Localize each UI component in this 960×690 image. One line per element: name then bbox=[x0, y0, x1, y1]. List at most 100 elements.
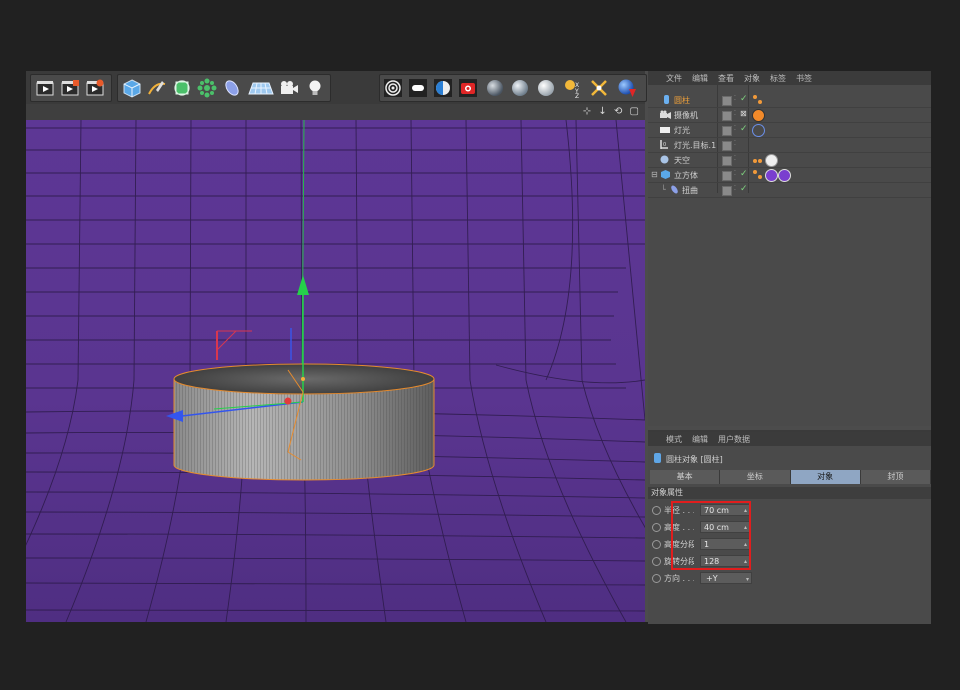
object-name: 圆柱 bbox=[674, 96, 690, 105]
render-objects-toolbar-group: XYZ bbox=[379, 74, 647, 102]
camera-icon[interactable] bbox=[278, 78, 300, 98]
section-header: 对象属性 bbox=[648, 487, 931, 499]
floor-grid-icon[interactable] bbox=[246, 78, 276, 98]
target-circle-icon[interactable] bbox=[382, 78, 404, 98]
orientation-select[interactable]: +Y ▾ bbox=[700, 572, 752, 584]
render-to-picture-viewer-icon[interactable] bbox=[59, 78, 81, 98]
menu-tags[interactable]: 标签 bbox=[770, 73, 786, 84]
tab-caps[interactable]: 封顶 bbox=[860, 470, 931, 484]
object-name: 扭曲 bbox=[682, 186, 698, 195]
sphere-glass-icon[interactable] bbox=[509, 78, 531, 98]
render-toolbar-group bbox=[30, 74, 112, 102]
layer-color-swatch[interactable] bbox=[722, 171, 732, 181]
array-icon[interactable] bbox=[196, 78, 218, 98]
animate-radio[interactable] bbox=[652, 540, 661, 549]
camera-toggle-icon[interactable]: ⊠ bbox=[740, 109, 747, 118]
object-row-cube[interactable]: ⊟ 立方体 · · ✓ bbox=[648, 168, 931, 183]
object-name: 立方体 bbox=[674, 171, 698, 180]
object-row-camera[interactable]: 摄像机 · · ⊠ bbox=[648, 108, 931, 123]
layer-color-swatch[interactable] bbox=[722, 111, 732, 121]
camera-icon bbox=[660, 110, 671, 119]
visibility-dots[interactable]: · · bbox=[734, 94, 738, 104]
visibility-dots[interactable]: · · bbox=[734, 109, 738, 119]
menu-view[interactable]: 查看 bbox=[718, 73, 734, 84]
render-view-icon[interactable] bbox=[34, 78, 56, 98]
menu-edit[interactable]: 编辑 bbox=[692, 73, 708, 84]
enabled-checkmark-icon[interactable]: ✓ bbox=[740, 124, 748, 134]
contrast-circle-icon[interactable] bbox=[432, 78, 454, 98]
xyz-axis-icon[interactable]: XYZ bbox=[562, 78, 584, 98]
object-name: 灯光.目标.1 bbox=[674, 141, 717, 150]
animate-radio[interactable] bbox=[652, 574, 661, 583]
tab-object[interactable]: 对象 bbox=[790, 470, 861, 484]
enabled-checkmark-icon[interactable]: ✓ bbox=[740, 94, 748, 104]
light-bulb-icon[interactable] bbox=[304, 78, 326, 98]
sphere-white-icon[interactable] bbox=[535, 78, 557, 98]
viewport-navigation-icons[interactable]: ⊹ ↓ ⟲ ▢ bbox=[583, 106, 641, 117]
object-manager-menu: 文件 编辑 查看 对象 标签 书签 bbox=[648, 71, 931, 85]
snap-cross-icon[interactable] bbox=[588, 78, 610, 98]
attribute-manager-menu: 模式 编辑 用户数据 bbox=[648, 432, 931, 446]
visibility-dots[interactable]: · · bbox=[734, 139, 738, 149]
cube-icon bbox=[661, 170, 670, 179]
visibility-dots[interactable]: · · bbox=[734, 169, 738, 179]
object-row-light-target[interactable]: 0 灯光.目标.1 · · bbox=[648, 138, 931, 153]
menu-bookmarks[interactable]: 书签 bbox=[796, 73, 812, 84]
object-name: 摄像机 bbox=[674, 111, 698, 120]
world-globe-icon[interactable] bbox=[614, 78, 640, 98]
layer-color-swatch[interactable] bbox=[722, 186, 732, 196]
protection-tag-icon[interactable] bbox=[752, 109, 765, 122]
purple-material-tag-icon[interactable] bbox=[778, 169, 791, 182]
menu-file[interactable]: 文件 bbox=[666, 73, 682, 84]
tab-coord[interactable]: 坐标 bbox=[720, 470, 791, 484]
layer-color-swatch[interactable] bbox=[722, 126, 732, 136]
sphere-dark-icon[interactable] bbox=[484, 78, 506, 98]
deformer-icon[interactable] bbox=[221, 78, 243, 98]
menu-object[interactable]: 对象 bbox=[744, 73, 760, 84]
animate-radio[interactable] bbox=[652, 506, 661, 515]
target-tag-icon[interactable] bbox=[752, 124, 765, 137]
enabled-checkmark-icon[interactable]: ✓ bbox=[740, 184, 748, 194]
menu-mode[interactable]: 模式 bbox=[666, 434, 682, 445]
menu-edit[interactable]: 编辑 bbox=[692, 434, 708, 445]
purple-material-tag-icon[interactable] bbox=[765, 169, 778, 182]
cube-icon[interactable] bbox=[121, 78, 143, 98]
phong-tag-icon[interactable] bbox=[752, 94, 763, 105]
subdivision-icon[interactable] bbox=[171, 78, 193, 98]
object-row-sky[interactable]: 天空 · · bbox=[648, 153, 931, 168]
phong-tag-icon[interactable] bbox=[752, 169, 763, 180]
tab-basic[interactable]: 基本 bbox=[650, 470, 721, 484]
objects-toolbar-group bbox=[117, 74, 331, 102]
orientation-row: 方向 . . . . +Y ▾ bbox=[648, 571, 931, 585]
cinema4d-window: XYZ ⊹ ↓ ⟲ ▢ 文件 编辑 查看 对象 标签 书签 圆柱 · · ✓ 摄… bbox=[26, 71, 931, 624]
object-row-bend[interactable]: └ 扭曲 · · ✓ bbox=[648, 183, 931, 198]
render-settings-icon[interactable] bbox=[84, 78, 106, 98]
object-row-light[interactable]: 灯光 · · ✓ bbox=[648, 123, 931, 138]
layer-color-swatch[interactable] bbox=[722, 96, 732, 106]
record-camera-icon[interactable] bbox=[457, 78, 479, 98]
enabled-checkmark-icon[interactable]: ✓ bbox=[740, 169, 748, 179]
expand-collapse-icon[interactable]: ⊟ bbox=[651, 170, 660, 179]
visibility-dots[interactable]: · · bbox=[734, 184, 738, 194]
viewport-scene bbox=[26, 120, 645, 622]
material-tag-icon[interactable] bbox=[765, 154, 778, 167]
menu-user-data[interactable]: 用户数据 bbox=[718, 434, 750, 445]
object-row-cylinder[interactable]: 圆柱 · · ✓ bbox=[648, 93, 931, 108]
orientation-value: +Y bbox=[706, 574, 718, 583]
layer-color-swatch[interactable] bbox=[722, 141, 732, 151]
visibility-dots[interactable]: · · bbox=[734, 154, 738, 164]
red-highlight-box bbox=[671, 501, 751, 570]
pen-spline-icon[interactable] bbox=[146, 78, 168, 98]
compositing-tag-icon[interactable] bbox=[752, 154, 763, 165]
3d-viewport[interactable] bbox=[26, 120, 645, 622]
visibility-dots[interactable]: · · bbox=[734, 124, 738, 134]
layer-color-swatch[interactable] bbox=[722, 156, 732, 166]
animate-radio[interactable] bbox=[652, 557, 661, 566]
lamp-rect-icon[interactable] bbox=[407, 78, 429, 98]
tree-branch-icon: └ bbox=[661, 185, 666, 194]
svg-text:0: 0 bbox=[663, 142, 666, 148]
object-name: 灯光 bbox=[674, 126, 690, 135]
svg-text:Z: Z bbox=[575, 93, 579, 98]
animate-radio[interactable] bbox=[652, 523, 661, 532]
cylinder-object[interactable] bbox=[173, 363, 435, 481]
